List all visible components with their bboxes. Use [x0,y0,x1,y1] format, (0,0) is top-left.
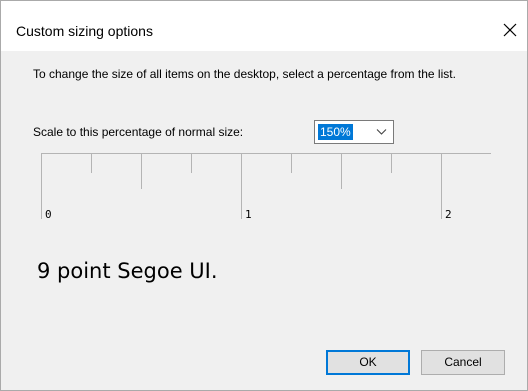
sample-text: 9 point Segoe UI. [37,259,218,283]
title-bar: Custom sizing options [1,1,527,51]
description-text: To change the size of all items on the d… [33,67,456,81]
scale-label: Scale to this percentage of normal size: [33,125,244,139]
ruler-tick [141,153,142,189]
ruler-tick [291,153,292,173]
ruler-label-2: 2 [445,208,452,221]
close-icon [503,23,517,37]
scale-select-value: 150% [318,124,353,140]
chevron-down-icon [376,129,387,135]
ruler-tick [191,153,192,173]
close-button[interactable] [493,13,527,47]
scale-percentage-select[interactable]: 150% [314,120,394,144]
ruler-tick [441,153,442,219]
ruler-tick [341,153,342,189]
ruler-tick [241,153,242,219]
ruler-tick [91,153,92,173]
ruler-label-0: 0 [45,208,52,221]
window-title: Custom sizing options [16,23,153,39]
ruler[interactable]: 0 1 2 [41,153,491,223]
ruler-tick [41,153,42,219]
cancel-button[interactable]: Cancel [421,350,505,375]
ok-button[interactable]: OK [326,350,410,375]
ruler-tick [391,153,392,173]
ruler-baseline [41,153,491,154]
custom-sizing-dialog: Custom sizing options To change the size… [0,0,528,391]
ruler-label-1: 1 [245,208,252,221]
